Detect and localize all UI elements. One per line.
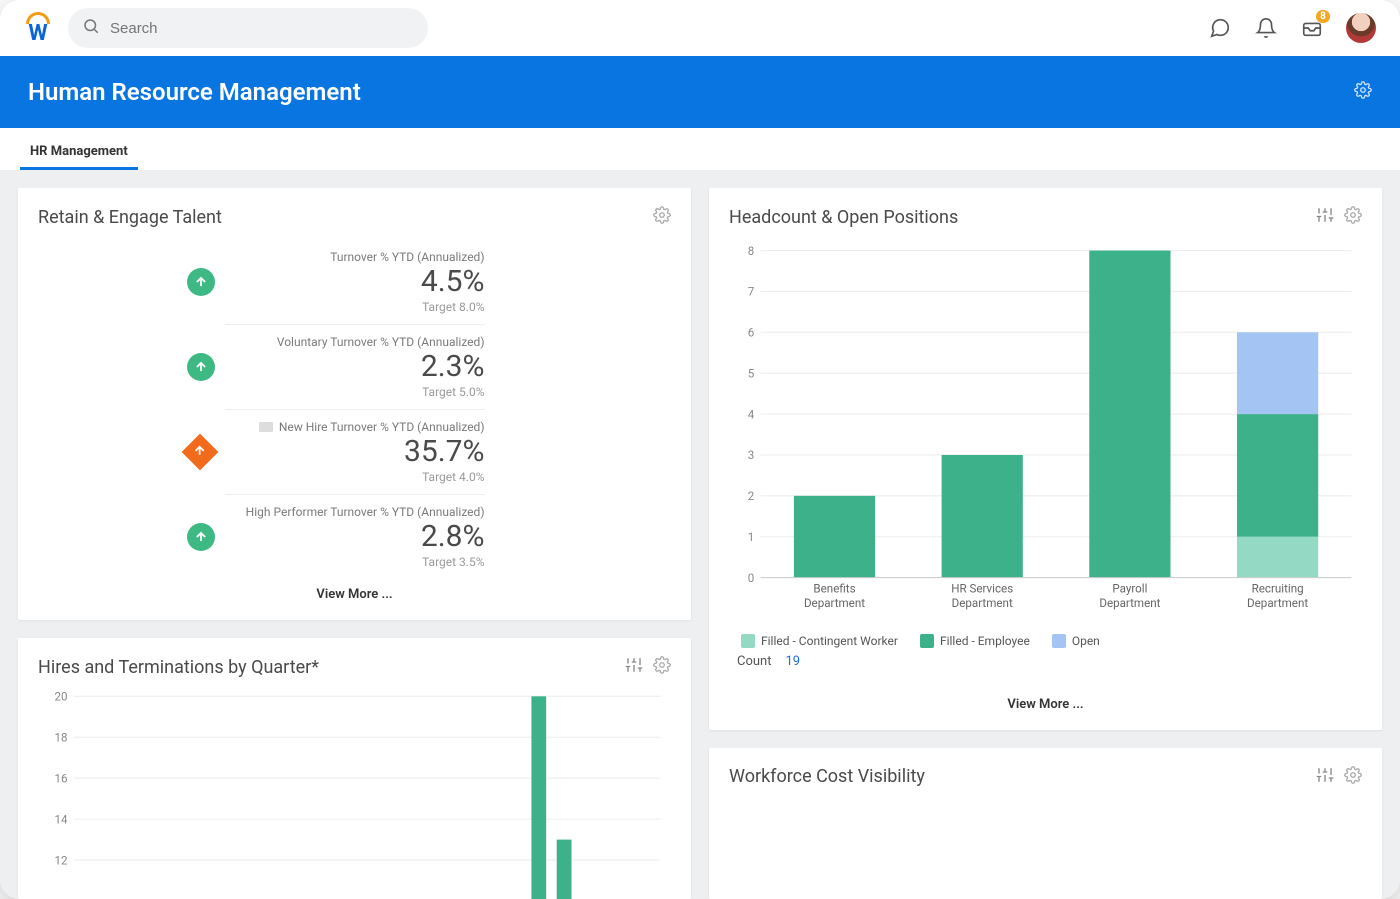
svg-text:20: 20 — [54, 690, 67, 704]
banner-settings-icon[interactable] — [1354, 81, 1372, 103]
kpi-value: 35.7% — [225, 434, 485, 470]
svg-text:Payroll: Payroll — [1112, 581, 1147, 595]
svg-text:Department: Department — [952, 596, 1013, 610]
kpi-list: Turnover % YTD (Annualized)4.5%Target 8.… — [38, 240, 671, 579]
card-hires-terminations: Hires and Terminations by Quarter* 12141… — [18, 638, 691, 899]
svg-text:3: 3 — [748, 448, 755, 462]
card-retain-engage: Retain & Engage Talent Turnover % YTD (A… — [18, 188, 691, 620]
legend-label: Filled - Employee — [940, 634, 1030, 648]
svg-text:0: 0 — [748, 571, 755, 585]
kpi-target: Target 3.5% — [225, 555, 485, 569]
legend-item[interactable]: Open — [1052, 634, 1100, 648]
kpi-target: Target 5.0% — [225, 385, 485, 399]
dashboard-content: Retain & Engage Talent Turnover % YTD (A… — [0, 170, 1400, 899]
svg-text:7: 7 — [748, 285, 755, 299]
card-title: Retain & Engage Talent — [38, 207, 222, 228]
card-title: Workforce Cost Visibility — [729, 766, 925, 787]
kpi-value: 2.3% — [225, 349, 485, 385]
topbar-actions: 8 — [1208, 13, 1376, 43]
svg-text:12: 12 — [54, 853, 68, 867]
svg-text:HR Services: HR Services — [951, 581, 1013, 595]
kpi-row[interactable]: Voluntary Turnover % YTD (Annualized)2.3… — [225, 324, 485, 409]
kpi-value: 2.8% — [225, 519, 485, 555]
svg-text:Benefits: Benefits — [813, 581, 855, 595]
search-box[interactable] — [68, 8, 428, 48]
chat-icon[interactable] — [1208, 16, 1232, 40]
inbox-badge: 8 — [1316, 10, 1330, 23]
svg-text:Recruiting: Recruiting — [1252, 581, 1304, 595]
page-banner: Human Resource Management — [0, 56, 1400, 128]
card-filters-icon[interactable] — [1316, 206, 1334, 228]
kpi-row[interactable]: Turnover % YTD (Annualized)4.5%Target 8.… — [225, 240, 485, 324]
card-settings-icon[interactable] — [1344, 206, 1362, 228]
svg-text:18: 18 — [54, 730, 67, 744]
svg-text:14: 14 — [54, 812, 68, 826]
kpi-row[interactable]: High Performer Turnover % YTD (Annualize… — [225, 494, 485, 579]
legend-swatch — [741, 634, 755, 648]
inbox-icon[interactable]: 8 — [1300, 16, 1324, 40]
app-logo[interactable]: W — [24, 14, 52, 42]
hires-chart: 12 14 16 18 20 — [38, 690, 671, 899]
page-title: Human Resource Management — [28, 78, 361, 106]
indicator-good-icon — [187, 268, 215, 296]
view-more-link[interactable]: View More ... — [729, 689, 1362, 712]
card-headcount: Headcount & Open Positions 0 1 2 3 4 5 6 7 8 Bene… — [709, 188, 1382, 730]
card-title: Hires and Terminations by Quarter* — [38, 657, 319, 678]
svg-text:Department: Department — [1099, 596, 1160, 610]
search-input[interactable] — [110, 20, 414, 37]
card-settings-icon[interactable] — [1344, 766, 1362, 788]
svg-text:2: 2 — [748, 489, 755, 503]
svg-text:4: 4 — [748, 407, 755, 421]
legend-label: Open — [1072, 634, 1100, 648]
count-label: Count — [737, 654, 771, 669]
card-workforce-cost: Workforce Cost Visibility — [709, 748, 1382, 899]
kpi-value: 4.5% — [225, 264, 485, 300]
legend-item[interactable]: Filled - Employee — [920, 634, 1030, 648]
kpi-label: High Performer Turnover % YTD (Annualize… — [225, 505, 485, 519]
card-filters-icon[interactable] — [625, 656, 643, 678]
tab-hr-management[interactable]: HR Management — [20, 134, 138, 170]
headcount-chart-svg: 012345678BenefitsDepartmentHR ServicesDe… — [729, 240, 1362, 620]
indicator-good-icon — [187, 523, 215, 551]
kpi-row[interactable]: New Hire Turnover % YTD (Annualized)35.7… — [225, 409, 485, 494]
bell-icon[interactable] — [1254, 16, 1278, 40]
kpi-label: Voluntary Turnover % YTD (Annualized) — [225, 335, 485, 349]
card-settings-icon[interactable] — [653, 656, 671, 678]
legend-swatch — [1052, 634, 1066, 648]
count-value: 19 — [785, 654, 800, 669]
headcount-legend: Filled - Contingent Worker Filled - Emplo… — [741, 634, 1362, 648]
card-filters-icon[interactable] — [1316, 766, 1334, 788]
kpi-target: Target 4.0% — [225, 470, 485, 484]
headcount-chart: 012345678BenefitsDepartmentHR ServicesDe… — [729, 240, 1362, 624]
kpi-label: New Hire Turnover % YTD (Annualized) — [225, 420, 485, 434]
svg-text:16: 16 — [54, 771, 67, 785]
svg-text:Department: Department — [1247, 596, 1308, 610]
svg-text:5: 5 — [748, 366, 755, 380]
hires-chart-svg: 12 14 16 18 20 — [38, 690, 671, 899]
svg-text:1: 1 — [748, 530, 755, 544]
svg-text:Department: Department — [804, 596, 865, 610]
svg-text:8: 8 — [748, 244, 755, 258]
card-title: Headcount & Open Positions — [729, 207, 958, 228]
indicator-good-icon — [187, 353, 215, 381]
indicator-warning-icon — [187, 439, 213, 465]
search-icon — [82, 17, 100, 39]
legend-label: Filled - Contingent Worker — [761, 634, 898, 648]
headcount-count-row: Count 19 — [737, 654, 1362, 669]
view-more-link[interactable]: View More ... — [38, 579, 671, 602]
card-settings-icon[interactable] — [653, 206, 671, 228]
kpi-label: Turnover % YTD (Annualized) — [225, 250, 485, 264]
svg-text:6: 6 — [748, 326, 755, 340]
avatar[interactable] — [1346, 13, 1376, 43]
legend-item[interactable]: Filled - Contingent Worker — [741, 634, 898, 648]
legend-swatch — [920, 634, 934, 648]
kpi-target: Target 8.0% — [225, 300, 485, 314]
tab-bar: HR Management — [0, 128, 1400, 170]
topbar: W 8 — [0, 0, 1400, 56]
